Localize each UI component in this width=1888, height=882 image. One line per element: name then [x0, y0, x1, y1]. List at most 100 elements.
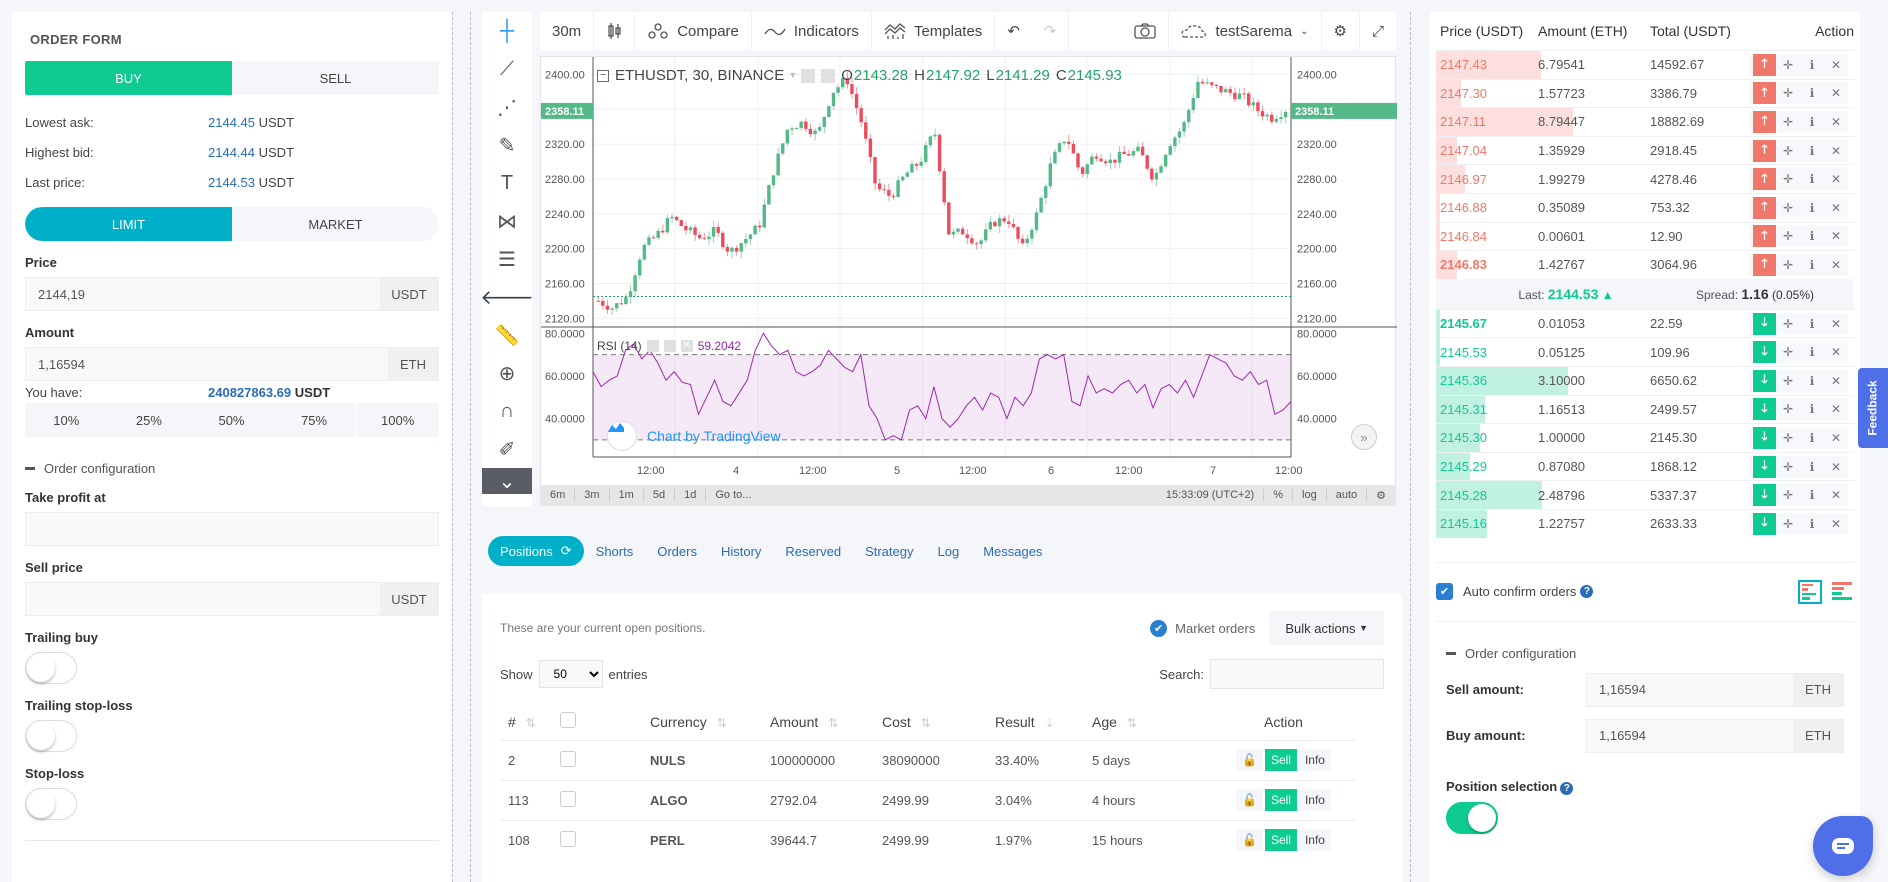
- price-cell[interactable]: 2145.53: [1436, 345, 1534, 360]
- text-icon[interactable]: T: [482, 164, 532, 202]
- ask-row[interactable]: 2146.88 0.35089 753.32 🡑 ✛ ℹ ✕: [1436, 192, 1854, 222]
- entries-select[interactable]: 50: [538, 660, 603, 688]
- arrow-down-icon[interactable]: 🡓: [1753, 312, 1776, 335]
- info-icon[interactable]: ℹ: [1800, 374, 1824, 388]
- bid-row[interactable]: 2145.29 0.87080 1868.12 🡓 ✛ ℹ ✕: [1436, 451, 1854, 481]
- arrow-up-icon[interactable]: 🡑: [1753, 82, 1776, 105]
- tab-history[interactable]: History: [709, 536, 773, 566]
- close-icon[interactable]: ✕: [1824, 115, 1848, 129]
- bid-row[interactable]: 2145.36 3.10000 6650.62 🡓 ✛ ℹ ✕: [1436, 365, 1854, 395]
- move-icon[interactable]: ✛: [1776, 172, 1800, 186]
- symbol-label[interactable]: ETHUSDT, 30, BINANCE: [615, 67, 784, 84]
- brush-icon[interactable]: ✎: [482, 126, 532, 164]
- buy-tab[interactable]: BUY: [25, 61, 232, 95]
- sell-amount-input[interactable]: [1587, 673, 1793, 706]
- amount-input[interactable]: [26, 348, 388, 380]
- price-cell[interactable]: 2146.97: [1436, 172, 1534, 187]
- book-view-split-icon[interactable]: [1798, 579, 1822, 604]
- arrow-down-icon[interactable]: 🡓: [1753, 426, 1776, 449]
- trend-line-icon[interactable]: ⟋: [482, 50, 532, 88]
- sell-button[interactable]: Sell: [1264, 829, 1297, 852]
- tab-log[interactable]: Log: [925, 536, 971, 566]
- sell-price-input[interactable]: [26, 583, 380, 615]
- price-cell[interactable]: 2145.30: [1436, 430, 1534, 445]
- move-icon[interactable]: ✛: [1776, 345, 1800, 359]
- ask-row[interactable]: 2146.83 1.42767 3064.96 🡑 ✛ ℹ ✕: [1436, 250, 1854, 279]
- price-cell[interactable]: 2146.84: [1436, 229, 1534, 244]
- price-cell[interactable]: 2147.04: [1436, 143, 1534, 158]
- ask-row[interactable]: 2147.30 1.57723 3386.79 🡑 ✛ ℹ ✕: [1436, 78, 1854, 108]
- percent-scale-button[interactable]: %: [1264, 489, 1294, 501]
- buy-amount-input[interactable]: [1587, 719, 1793, 752]
- settings-gear-icon[interactable]: ⚙: [1322, 12, 1360, 50]
- move-icon[interactable]: ✛: [1776, 229, 1800, 243]
- close-icon[interactable]: ✕: [1824, 58, 1848, 72]
- templates-button[interactable]: Templates: [872, 12, 996, 50]
- col-result[interactable]: Result ⇣: [995, 704, 1092, 740]
- info-button[interactable]: Info: [1298, 789, 1331, 811]
- sell-tab[interactable]: SELL: [232, 61, 439, 95]
- collapse-legend-icon[interactable]: −: [597, 69, 609, 82]
- bid-row[interactable]: 2145.28 2.48796 5337.37 🡓 ✛ ℹ ✕: [1436, 480, 1854, 509]
- bid-row[interactable]: 2145.67 0.01053 22.59 🡓 ✛ ℹ ✕: [1436, 308, 1854, 338]
- arrow-up-icon[interactable]: 🡑: [1753, 139, 1776, 162]
- move-icon[interactable]: ✛: [1776, 258, 1800, 272]
- lowest-ask-value[interactable]: 2144.45 USDT: [208, 115, 294, 130]
- arrow-up-icon[interactable]: 🡑: [1753, 196, 1776, 219]
- trailing-stop-toggle[interactable]: [25, 720, 77, 752]
- ask-row[interactable]: 2146.97 1.99279 4278.46 🡑 ✛ ℹ ✕: [1436, 164, 1854, 193]
- market-orders-toggle[interactable]: ✔ Market orders: [1150, 619, 1255, 637]
- info-icon[interactable]: ℹ: [1800, 115, 1824, 129]
- tab-messages[interactable]: Messages: [971, 536, 1054, 566]
- limit-tab[interactable]: LIMIT: [25, 207, 232, 241]
- close-icon[interactable]: ✕: [1824, 172, 1848, 186]
- range-3m[interactable]: 3m: [575, 489, 610, 501]
- percent-75-button[interactable]: 75%: [273, 403, 356, 437]
- move-icon[interactable]: ✛: [1776, 402, 1800, 416]
- move-icon[interactable]: ✛: [1776, 58, 1800, 72]
- info-icon[interactable]: ℹ: [1800, 317, 1824, 331]
- info-icon[interactable]: ℹ: [1800, 86, 1824, 100]
- close-icon[interactable]: ✕: [1824, 201, 1848, 215]
- range-1m[interactable]: 1m: [610, 489, 644, 501]
- chat-button[interactable]: [1813, 816, 1873, 876]
- ob-order-config-toggle[interactable]: Order configuration: [1446, 646, 1844, 661]
- compare-button[interactable]: Compare: [635, 12, 752, 50]
- info-button[interactable]: Info: [1298, 749, 1331, 771]
- close-icon[interactable]: ✕: [1824, 460, 1848, 474]
- move-icon[interactable]: ✛: [1776, 115, 1800, 129]
- info-button[interactable]: Info: [1298, 829, 1331, 852]
- rsi-label[interactable]: RSI (14): [597, 339, 642, 353]
- arrow-down-icon[interactable]: 🡓: [1753, 455, 1776, 478]
- arrow-down-icon[interactable]: 🡓: [1753, 398, 1776, 421]
- move-icon[interactable]: ✛: [1776, 317, 1800, 331]
- last-price-value[interactable]: 2144.53 USDT: [208, 175, 294, 190]
- redo-icon[interactable]: ↷: [1032, 12, 1070, 50]
- price-cell[interactable]: 2145.29: [1436, 459, 1534, 474]
- close-icon[interactable]: ✕: [1824, 86, 1848, 100]
- range-1d[interactable]: 1d: [675, 489, 707, 501]
- settings-icon[interactable]: [821, 68, 836, 83]
- bid-row[interactable]: 2145.30 1.00000 2145.30 🡓 ✛ ℹ ✕: [1436, 423, 1854, 452]
- crosshair-icon[interactable]: ┼: [482, 12, 532, 50]
- tab-shorts[interactable]: Shorts: [584, 536, 646, 566]
- bid-row[interactable]: 2145.53 0.05125 109.96 🡓 ✛ ℹ ✕: [1436, 337, 1854, 366]
- close-icon[interactable]: ✕: [1824, 229, 1848, 243]
- help-icon[interactable]: ?: [1560, 781, 1574, 795]
- stop-loss-toggle[interactable]: [25, 788, 77, 820]
- rsi-visibility-icon[interactable]: [646, 340, 659, 352]
- arrow-up-icon[interactable]: 🡑: [1753, 225, 1776, 248]
- price-cell[interactable]: 2146.83: [1436, 257, 1534, 272]
- col-amount[interactable]: Amount ⇅: [770, 704, 882, 740]
- expand-toolbar-icon[interactable]: ⌄: [482, 468, 532, 494]
- close-icon[interactable]: ✕: [1824, 517, 1848, 531]
- info-icon[interactable]: ℹ: [1800, 144, 1824, 158]
- arrow-up-icon[interactable]: 🡑: [1753, 53, 1776, 76]
- rsi-settings-icon[interactable]: [663, 340, 676, 352]
- magnet-icon[interactable]: ∩: [482, 392, 532, 430]
- search-input[interactable]: [1210, 659, 1384, 689]
- info-icon[interactable]: ℹ: [1800, 345, 1824, 359]
- book-view-full-icon[interactable]: [1830, 580, 1854, 604]
- col-currency[interactable]: Currency ⇅: [650, 704, 770, 740]
- ask-row[interactable]: 2147.11 8.79447 18882.69 🡑 ✛ ℹ ✕: [1436, 107, 1854, 136]
